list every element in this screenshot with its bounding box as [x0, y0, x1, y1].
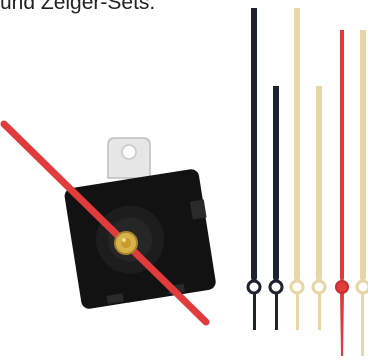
clock-hand-set-icon — [246, 8, 368, 356]
product-photo — [0, 8, 368, 356]
clock-movement-icon — [0, 120, 216, 326]
